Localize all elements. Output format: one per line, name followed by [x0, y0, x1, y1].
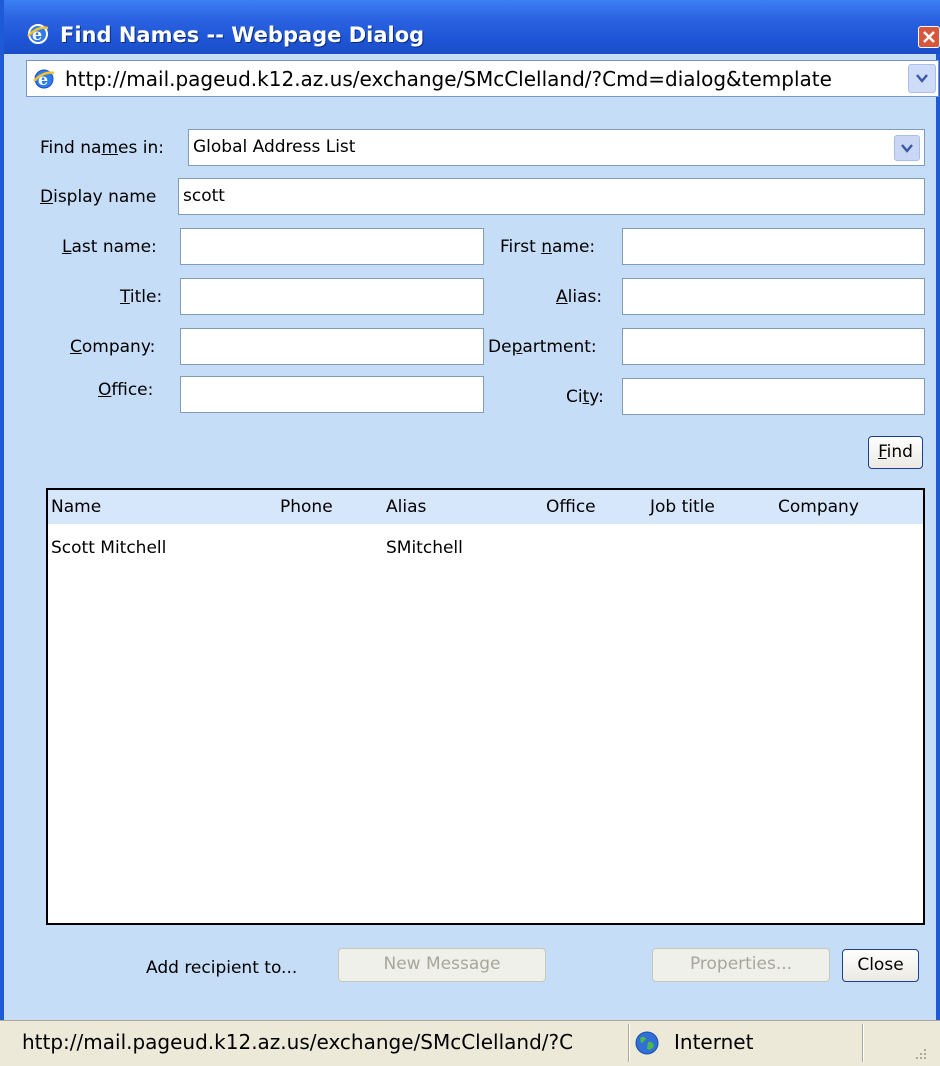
first-name-field[interactable] — [622, 228, 925, 265]
alias-label: Alias: — [556, 287, 603, 307]
dialog-window: e Find Names -- Webpage Dialog e http://… — [0, 0, 940, 1065]
display-name-field[interactable]: scott — [178, 178, 925, 215]
city-label: City: — [566, 387, 604, 407]
find-button[interactable]: Find — [868, 436, 923, 469]
address-text: http://mail.pageud.k12.az.us/exchange/SM… — [65, 67, 832, 91]
column-header-phone[interactable]: Phone — [280, 497, 333, 517]
properties-button[interactable]: Properties... — [652, 948, 830, 982]
office-label: Office: — [98, 380, 154, 400]
last-name-field[interactable] — [180, 228, 484, 265]
ie-icon: e — [26, 22, 50, 46]
find-names-in-label: Find names in: — [40, 138, 164, 158]
status-url: http://mail.pageud.k12.az.us/exchange/SM… — [22, 1030, 574, 1054]
new-message-button[interactable]: New Message — [338, 948, 546, 982]
title-field[interactable] — [180, 278, 484, 315]
column-header-name[interactable]: Name — [51, 497, 101, 517]
column-header-job-title[interactable]: Job title — [650, 497, 715, 517]
add-recipient-label: Add recipient to... — [146, 958, 298, 978]
last-name-label: Last name: — [62, 237, 157, 257]
resize-grip-icon[interactable] — [910, 1043, 928, 1061]
address-bar[interactable]: e http://mail.pageud.k12.az.us/exchange/… — [26, 60, 939, 97]
title-label: Title: — [120, 287, 163, 307]
window-title: Find Names -- Webpage Dialog — [60, 23, 425, 47]
close-button[interactable]: Close — [842, 949, 919, 982]
department-field[interactable] — [622, 328, 925, 365]
alias-field[interactable] — [622, 278, 925, 315]
ie-icon: e — [32, 67, 56, 91]
find-names-in-select[interactable]: Global Address List — [188, 129, 925, 166]
row-alias: SMitchell — [386, 538, 463, 558]
globe-icon — [634, 1030, 660, 1056]
find-names-in-value: Global Address List — [193, 137, 356, 157]
column-header-company[interactable]: Company — [778, 497, 859, 517]
close-icon[interactable] — [918, 26, 940, 48]
department-label: Department: — [488, 337, 597, 357]
city-field[interactable] — [622, 378, 925, 415]
title-bar[interactable]: e Find Names -- Webpage Dialog — [4, 0, 940, 54]
display-name-label: Display name — [40, 187, 157, 207]
results-header: Name Phone Alias Office Job title Compan… — [48, 490, 923, 524]
company-label: Company: — [70, 337, 156, 357]
status-divider — [862, 1024, 864, 1062]
status-divider — [628, 1024, 630, 1062]
results-list[interactable]: Name Phone Alias Office Job title Compan… — [46, 488, 925, 925]
office-field[interactable] — [180, 376, 484, 413]
row-name: Scott Mitchell — [51, 538, 167, 558]
chevron-down-icon[interactable] — [908, 64, 936, 93]
column-header-alias[interactable]: Alias — [386, 497, 426, 517]
first-name-label: First name: — [500, 237, 596, 257]
company-field[interactable] — [180, 328, 484, 365]
status-bar: http://mail.pageud.k12.az.us/exchange/SM… — [0, 1020, 940, 1066]
chevron-down-icon[interactable] — [894, 135, 920, 161]
column-header-office[interactable]: Office — [546, 497, 596, 517]
status-zone: Internet — [674, 1030, 754, 1054]
